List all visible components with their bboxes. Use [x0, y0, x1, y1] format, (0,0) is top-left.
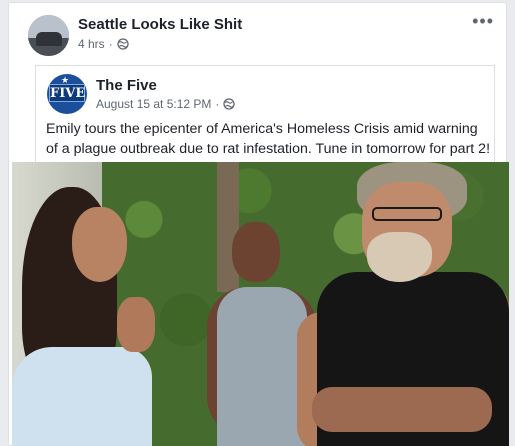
globe-icon[interactable]: [117, 38, 129, 50]
post-page-name[interactable]: Seattle Looks Like Shit: [78, 16, 242, 33]
shared-timestamp[interactable]: August 15 at 5:12 PM: [96, 97, 211, 111]
the-five-avatar[interactable]: ★ FIVE: [47, 74, 87, 114]
post-caption: Emily tours the epicenter of America's H…: [46, 121, 491, 157]
more-options-button[interactable]: •••: [472, 12, 494, 30]
post-meta: 4 hrs ·: [78, 37, 129, 51]
meta-separator: ·: [215, 97, 220, 111]
the-five-logo: FIVE: [49, 84, 86, 102]
post-timestamp[interactable]: 4 hrs: [78, 37, 105, 51]
page-avatar[interactable]: [28, 15, 69, 56]
post-image[interactable]: [12, 162, 509, 446]
shared-meta: August 15 at 5:12 PM ·: [96, 97, 236, 111]
shared-page-name[interactable]: The Five: [96, 77, 157, 94]
meta-separator: ·: [108, 37, 113, 51]
globe-icon[interactable]: [223, 98, 236, 110]
post-card: Seattle Looks Like Shit 4 hrs · ••• ★ FI…: [8, 2, 509, 446]
more-horizontal-icon: •••: [472, 11, 494, 31]
